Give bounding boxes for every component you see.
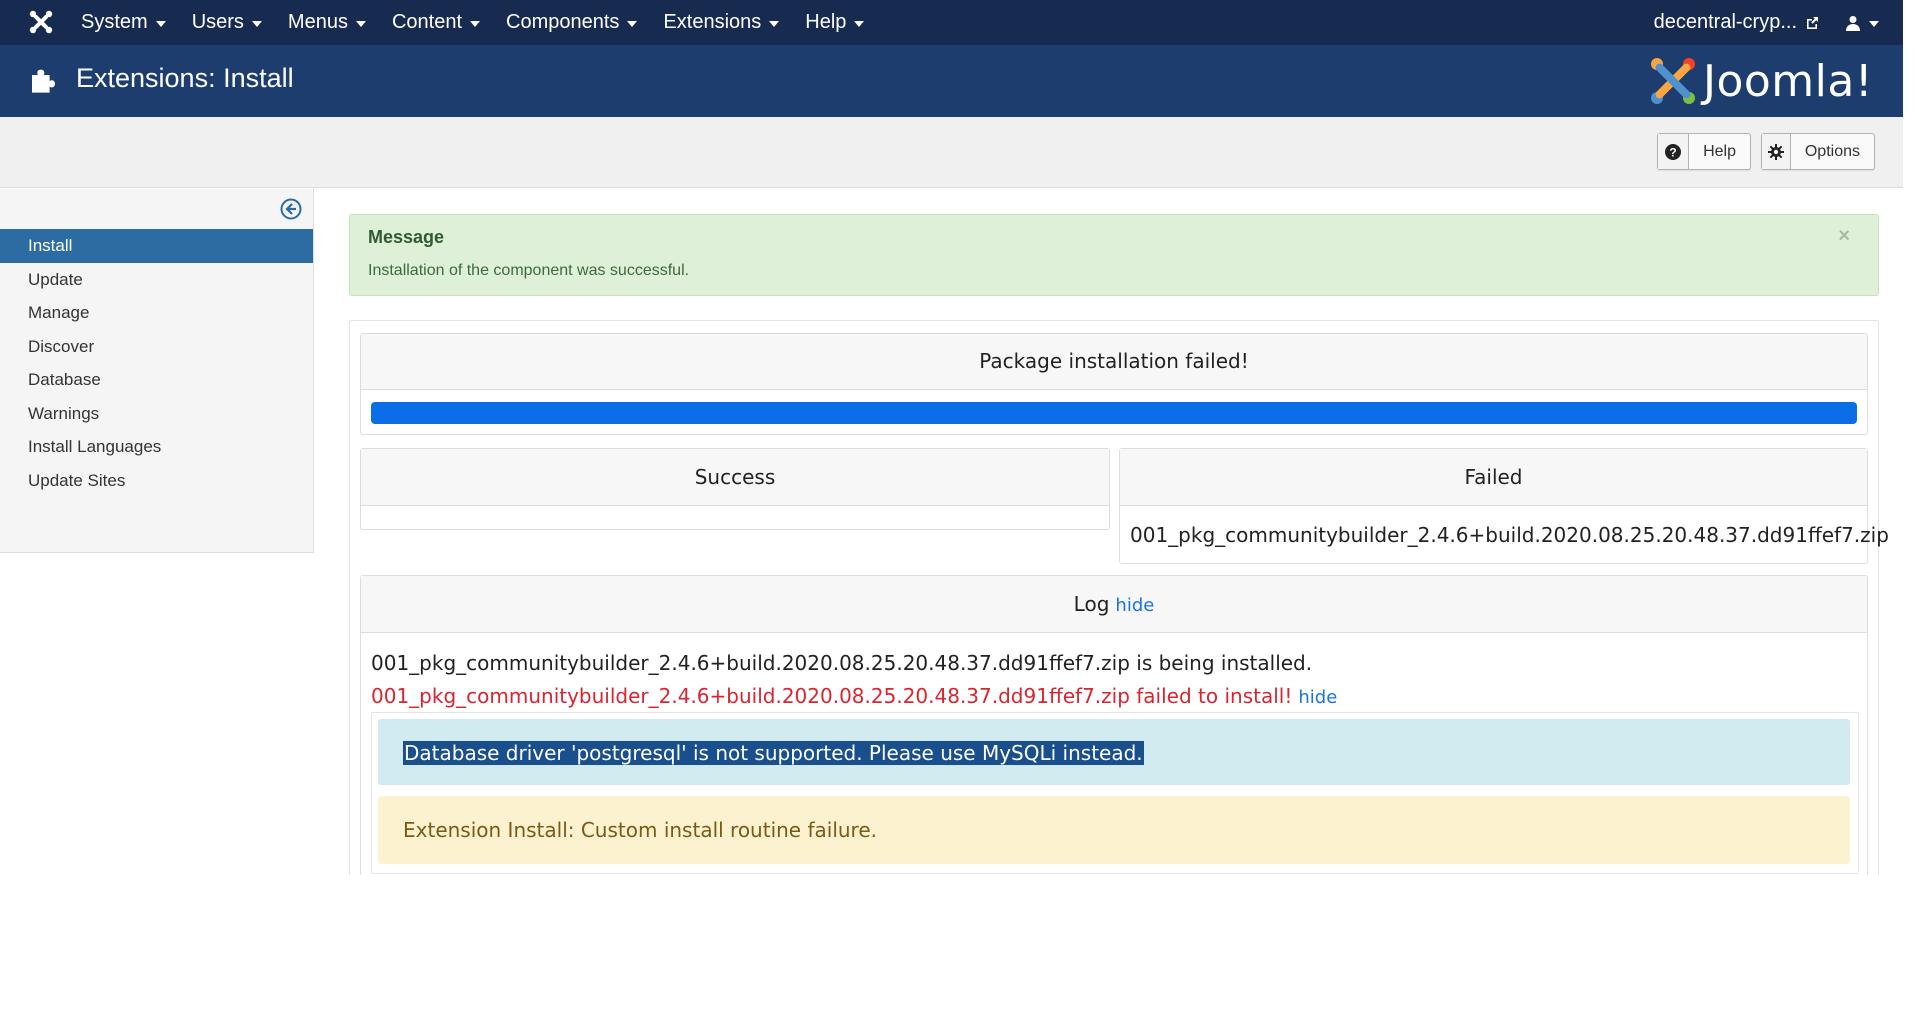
caret-down-icon <box>470 20 481 27</box>
message-text: Installation of the component was succes… <box>368 262 690 279</box>
log-panel: Log hide 001_pkg_communitybuilder_2.4.6+b… <box>360 575 1868 875</box>
menu-content[interactable]: Content <box>379 0 493 45</box>
close-icon[interactable]: × <box>1838 225 1850 248</box>
menu-system[interactable]: System <box>68 0 179 45</box>
info-alert: Database driver 'postgresql' is not supp… <box>378 719 1850 785</box>
sidebar-item-manage[interactable]: Manage <box>0 296 313 330</box>
menu-help[interactable]: Help <box>792 0 877 45</box>
sidebar-item-warnings[interactable]: Warnings <box>0 397 313 431</box>
menu-extensions[interactable]: Extensions <box>650 0 792 45</box>
app-window: System Users Menus Content Components Ex… <box>0 0 1903 875</box>
joomla-wordmark: Joomla! <box>1702 55 1873 107</box>
page-header: Extensions: Install Joomla! <box>0 45 1903 117</box>
error-hide-link[interactable]: hide <box>1298 687 1337 708</box>
sidebar: Install Update Manage Discover Database … <box>0 189 314 553</box>
joomla-logo: Joomla! <box>1649 55 1873 107</box>
sidebar-item-install[interactable]: Install <box>0 229 313 263</box>
failed-heading: Failed <box>1120 449 1867 506</box>
sidebar-item-install-languages[interactable]: Install Languages <box>0 430 313 464</box>
log-error-text: 001_pkg_communitybuilder_2.4.6+build.202… <box>371 684 1293 708</box>
log-heading: Log hide <box>361 576 1867 633</box>
navbar-right: decentral-cryp... <box>1654 0 1879 45</box>
toolbar: ? Help Options <box>0 117 1903 188</box>
failed-file: 001_pkg_communitybuilder_2.4.6+build.202… <box>1130 523 1889 547</box>
success-message: Message Installation of the component wa… <box>349 214 1879 296</box>
log-hide-link[interactable]: hide <box>1115 595 1154 616</box>
user-icon <box>1846 15 1860 31</box>
svg-text:?: ? <box>1669 145 1676 159</box>
sidebar-menu: Install Update Manage Discover Database … <box>0 229 313 497</box>
log-line-failed: 001_pkg_communitybuilder_2.4.6+build.202… <box>371 684 1337 708</box>
message-heading: Message <box>368 227 445 247</box>
success-panel: Success <box>360 448 1110 530</box>
info-message: Database driver 'postgresql' is not supp… <box>403 741 1144 765</box>
caret-down-icon <box>854 20 865 27</box>
joomla-icon[interactable] <box>28 9 54 35</box>
sidebar-item-update[interactable]: Update <box>0 263 313 297</box>
log-label: Log <box>1073 592 1110 616</box>
failed-panel: Failed 001_pkg_communitybuilder_2.4.6+bu… <box>1119 448 1889 564</box>
caret-down-icon <box>251 20 262 27</box>
package-status: Package installation failed! <box>361 334 1867 390</box>
caret-down-icon <box>355 20 366 27</box>
sidebar-item-discover[interactable]: Discover <box>0 330 313 364</box>
caret-down-icon <box>769 20 780 27</box>
sidebar-item-database[interactable]: Database <box>0 363 313 397</box>
warning-alert: Extension Install: Custom install routin… <box>378 796 1850 864</box>
menu-components[interactable]: Components <box>493 0 650 45</box>
menu-menus[interactable]: Menus <box>275 0 379 45</box>
joomla-brand-icon <box>1650 58 1695 104</box>
warning-message: Extension Install: Custom install routin… <box>403 818 878 842</box>
top-navbar: System Users Menus Content Components Ex… <box>0 0 1903 46</box>
options-button[interactable]: Options <box>1761 133 1875 170</box>
puzzle-icon <box>32 69 55 93</box>
caret-down-icon <box>1869 20 1879 27</box>
site-link[interactable]: decentral-cryp... <box>1654 11 1819 34</box>
sidebar-item-update-sites[interactable]: Update Sites <box>0 464 313 498</box>
package-status-panel: Package installation failed! <box>360 333 1868 435</box>
caret-down-icon <box>155 20 166 27</box>
main-menu: System Users Menus Content Components Ex… <box>68 0 877 45</box>
progress-bar <box>371 402 1857 424</box>
help-button[interactable]: ? Help <box>1657 133 1751 170</box>
external-link-icon <box>1807 16 1818 29</box>
progress-fill <box>371 402 1857 424</box>
success-heading: Success <box>361 449 1109 506</box>
user-menu[interactable] <box>1845 15 1879 31</box>
menu-users[interactable]: Users <box>179 0 275 45</box>
question-icon: ? <box>1658 134 1690 169</box>
gear-icon <box>1762 134 1791 169</box>
collapse-sidebar-icon[interactable] <box>280 198 302 220</box>
caret-down-icon <box>627 20 638 27</box>
error-details: Database driver 'postgresql' is not supp… <box>371 712 1859 874</box>
log-line-installing: 001_pkg_communitybuilder_2.4.6+build.202… <box>371 651 1313 675</box>
page-title: Extensions: Install <box>76 63 294 93</box>
